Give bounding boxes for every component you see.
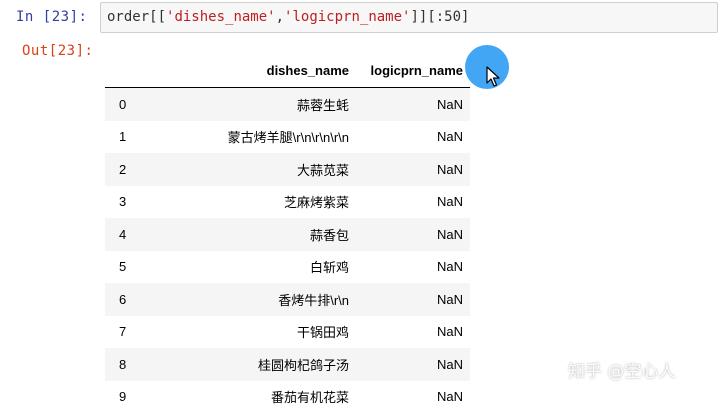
table-header: dishes_name logicprn_name (105, 54, 470, 88)
row-index: 1 (105, 129, 145, 144)
row-index: 3 (105, 194, 145, 209)
row-index: 5 (105, 259, 145, 274)
table-row: 7干锅田鸡NaN (105, 316, 470, 349)
code-token: ]][:50] (410, 9, 469, 25)
row-index: 8 (105, 357, 145, 372)
row-index: 6 (105, 292, 145, 307)
table-row: 8桂圆枸杞鸽子汤NaN (105, 348, 470, 381)
cell-dishes-name: 蒙古烤羊腿\r\n\r\n\r\n (145, 127, 355, 146)
table-row: 9番茄有机花菜NaN (105, 381, 470, 413)
table-row: 4蒜香包NaN (105, 218, 470, 251)
row-index: 4 (105, 227, 145, 242)
row-index: 7 (105, 324, 145, 339)
cell-dishes-name: 蒜香包 (145, 225, 355, 244)
cell-dishes-name: 白斩鸡 (145, 257, 355, 276)
code-editor[interactable]: order[['dishes_name','logicprn_name']][:… (100, 2, 718, 33)
code-string: 'logicprn_name' (284, 9, 410, 25)
dataframe-table: dishes_name logicprn_name 0蒜蓉生蚝NaN1蒙古烤羊腿… (105, 54, 470, 413)
table-row: 2大蒜苋菜NaN (105, 153, 470, 186)
cell-logicprn-name: NaN (355, 357, 470, 372)
mouse-pointer-icon (486, 66, 500, 88)
input-cell[interactable]: In [23]: order[['dishes_name','logicprn_… (0, 0, 720, 40)
cell-logicprn-name: NaN (355, 259, 470, 274)
cell-logicprn-name: NaN (355, 97, 470, 112)
cell-logicprn-name: NaN (355, 194, 470, 209)
column-header-logicprn-name: logicprn_name (355, 63, 470, 78)
code-string: 'dishes_name' (166, 9, 276, 25)
cell-logicprn-name: NaN (355, 292, 470, 307)
column-header-dishes-name: dishes_name (145, 63, 355, 78)
input-prompt: In [23]: (16, 9, 87, 25)
row-index: 2 (105, 162, 145, 177)
cell-logicprn-name: NaN (355, 324, 470, 339)
row-index: 0 (105, 97, 145, 112)
cell-logicprn-name: NaN (355, 162, 470, 177)
cell-dishes-name: 桂圆枸杞鸽子汤 (145, 355, 355, 374)
cell-dishes-name: 大蒜苋菜 (145, 160, 355, 179)
code-line[interactable]: order[['dishes_name','logicprn_name']][:… (107, 9, 469, 25)
cell-logicprn-name: NaN (355, 227, 470, 242)
cell-dishes-name: 蒜蓉生蚝 (145, 95, 355, 114)
cell-dishes-name: 干锅田鸡 (145, 322, 355, 341)
code-token: order[[ (107, 9, 166, 25)
cell-dishes-name: 香烤牛排\r\n (145, 290, 355, 309)
cell-dishes-name: 芝麻烤紫菜 (145, 192, 355, 211)
output-prompt: Out[23]: (22, 43, 93, 59)
table-row: 1蒙古烤羊腿\r\n\r\n\r\nNaN (105, 121, 470, 154)
table-row: 6香烤牛排\r\nNaN (105, 283, 470, 316)
table-row: 5白斩鸡NaN (105, 251, 470, 284)
table-row: 3芝麻烤紫菜NaN (105, 186, 470, 219)
code-token: , (276, 9, 284, 25)
row-index: 9 (105, 389, 145, 404)
cell-dishes-name: 番茄有机花菜 (145, 387, 355, 406)
table-row: 0蒜蓉生蚝NaN (105, 88, 470, 121)
watermark: 知乎 @空心人 (568, 357, 675, 382)
cell-logicprn-name: NaN (355, 129, 470, 144)
cell-logicprn-name: NaN (355, 389, 470, 404)
table-body: 0蒜蓉生蚝NaN1蒙古烤羊腿\r\n\r\n\r\nNaN2大蒜苋菜NaN3芝麻… (105, 88, 470, 413)
